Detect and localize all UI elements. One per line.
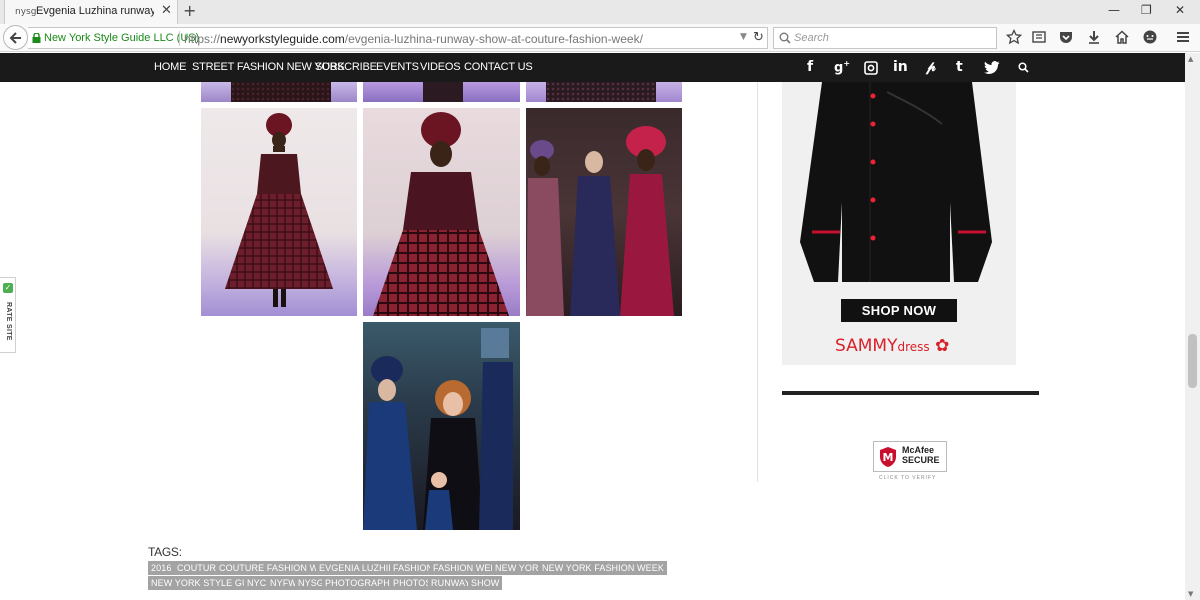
gallery-photo[interactable] (363, 108, 520, 316)
mcafee-secure-badge[interactable]: M McAfee SECURE (873, 441, 947, 472)
tag-link[interactable]: 2016 (148, 561, 175, 575)
minimize-icon[interactable]: — (1108, 3, 1120, 17)
new-tab-button[interactable]: + (183, 1, 196, 20)
scroll-up-icon[interactable]: ▲ (1188, 55, 1193, 63)
designer-with-models-figure (363, 328, 513, 530)
back-arrow-icon (9, 32, 21, 44)
google-plus-icon[interactable]: g+ (834, 59, 850, 75)
rate-site-label: RATE SITE (5, 302, 12, 341)
download-icon[interactable] (1086, 29, 1102, 45)
svg-text:M: M (883, 451, 894, 464)
window-close-icon[interactable]: ✕ (1175, 3, 1185, 17)
tag-link[interactable]: NEW YORK FASHION WEEK (539, 561, 667, 575)
instagram-icon[interactable] (864, 61, 878, 75)
sammydress-ad[interactable]: SHOP NOW SAMMYdress ✿ (782, 82, 1016, 365)
home-icon[interactable] (1114, 29, 1130, 45)
url-separator (179, 31, 180, 46)
gallery-photo[interactable] (363, 82, 520, 102)
twitter-icon[interactable] (984, 61, 1000, 74)
facebook-icon[interactable]: f (807, 59, 813, 75)
three-models-figure (526, 126, 674, 316)
black-shirt-image (800, 82, 992, 282)
sidebar-divider (782, 391, 1039, 395)
reading-list-icon[interactable] (1031, 29, 1047, 45)
mcafee-click-to-verify[interactable]: CLICK TO VERIFY (879, 475, 936, 481)
tumblr-icon[interactable]: t (956, 59, 963, 75)
flower-icon: ✿ (935, 336, 950, 356)
sidebar-divider-line (757, 82, 758, 482)
tags-label: TAGS: (148, 545, 182, 559)
tag-link[interactable]: NYC (244, 576, 270, 590)
shop-now-button[interactable]: SHOP NOW (841, 299, 957, 322)
bookmark-star-icon[interactable] (1006, 29, 1022, 45)
nav-subscribe[interactable]: SUBSCRIBE (315, 61, 377, 73)
runway-model-closeup-figure (373, 112, 509, 316)
mcafee-line2: SECURE (902, 455, 940, 465)
site-identity[interactable]: New York Style Guide LLC (US) (44, 32, 199, 44)
search-bar[interactable]: Search (773, 27, 997, 49)
url-bar[interactable]: New York Style Guide LLC (US) https://ne… (28, 27, 768, 49)
nav-videos[interactable]: VIDEOS (420, 61, 461, 73)
tag-link[interactable]: SHOW (468, 576, 503, 590)
gallery-photo[interactable] (526, 82, 682, 102)
restore-icon[interactable]: ❐ (1141, 3, 1152, 17)
pinterest-icon[interactable]: 𝓅 (926, 59, 936, 75)
gallery-photo[interactable] (201, 82, 357, 102)
lock-icon (32, 33, 41, 43)
tag-link[interactable]: RUNWAY (428, 576, 474, 590)
gallery-photo[interactable] (363, 322, 520, 530)
tab-close-icon[interactable]: ✕ (161, 3, 172, 18)
nav-home[interactable]: HOME (154, 61, 186, 73)
site-navigation: HOME STREET FASHION NEW YORK SUBSCRIBE E… (0, 53, 1200, 82)
linkedin-icon[interactable]: in (893, 59, 908, 75)
checkmark-icon: ✓ (3, 283, 13, 293)
browser-tab[interactable]: nysg Evgenia Luzhina runway s... ✕ (4, 0, 178, 24)
gallery-photo[interactable] (526, 108, 682, 316)
rate-site-widget[interactable]: ✓ RATE SITE (0, 277, 16, 353)
mcafee-line1: McAfee (902, 445, 935, 455)
back-button[interactable] (3, 25, 28, 50)
site-favicon-icon: nysg (15, 7, 37, 17)
chat-icon[interactable] (1142, 29, 1158, 45)
menu-icon[interactable] (1175, 29, 1191, 45)
tab-title: Evgenia Luzhina runway s... (36, 5, 154, 17)
pocket-icon[interactable] (1058, 29, 1074, 45)
search-icon (779, 32, 791, 44)
scroll-thumb[interactable] (1188, 334, 1197, 388)
nav-contact[interactable]: CONTACT US (464, 61, 533, 73)
sammydress-logo: SAMMYdress ✿ (835, 336, 950, 356)
runway-model-figure (225, 113, 333, 307)
page-scrollbar[interactable]: ▲ ▼ (1185, 53, 1200, 600)
url-text[interactable]: https://newyorkstyleguide.com/evgenia-lu… (184, 32, 643, 46)
search-placeholder: Search (794, 32, 829, 44)
browser-nav-bar: New York Style Guide LLC (US) https://ne… (0, 24, 1200, 52)
gallery-photo[interactable] (201, 108, 357, 316)
reload-icon[interactable]: ↻ (753, 30, 764, 45)
mcafee-shield-icon: M (880, 447, 896, 467)
scroll-down-icon[interactable]: ▼ (1188, 590, 1193, 598)
search-icon[interactable] (1018, 62, 1029, 73)
nav-events[interactable]: EVENTS (376, 61, 419, 73)
url-dropdown-icon[interactable]: ▼ (740, 32, 747, 42)
browser-tab-bar: nysg Evgenia Luzhina runway s... ✕ + — ❐… (0, 0, 1200, 24)
